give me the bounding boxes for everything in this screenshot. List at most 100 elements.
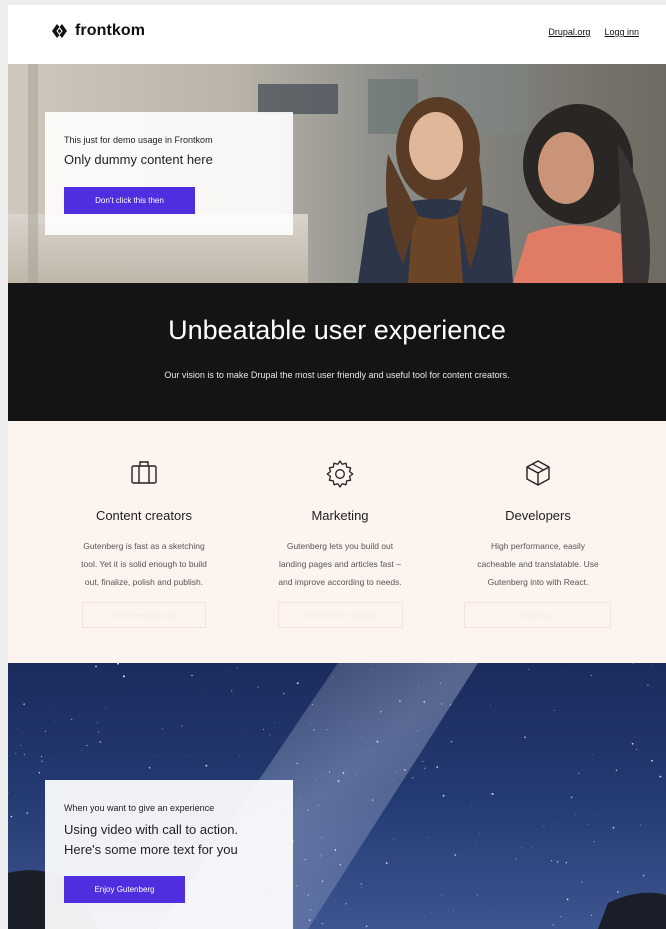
star xyxy=(41,760,43,762)
star xyxy=(647,684,649,686)
star xyxy=(550,860,553,862)
star xyxy=(118,672,120,674)
video-title: Using video with call to action. Here's … xyxy=(64,822,239,857)
star xyxy=(296,885,298,887)
star xyxy=(524,736,526,738)
star xyxy=(365,925,368,928)
star xyxy=(489,705,491,706)
star xyxy=(440,895,442,896)
star xyxy=(385,862,388,864)
star xyxy=(81,750,83,751)
star xyxy=(453,909,454,911)
star xyxy=(236,667,238,669)
star xyxy=(442,794,445,797)
star xyxy=(200,695,202,697)
star xyxy=(317,804,319,807)
star xyxy=(262,728,264,730)
star xyxy=(574,814,576,815)
star xyxy=(565,862,567,864)
star xyxy=(244,729,246,731)
star xyxy=(309,723,311,725)
star xyxy=(566,898,569,901)
star xyxy=(570,796,573,799)
star xyxy=(44,730,47,732)
star xyxy=(14,752,17,755)
hero-cta-button[interactable]: Don't click this then xyxy=(64,187,195,214)
star xyxy=(479,832,481,834)
vision-section: Unbeatable user experience Our vision is… xyxy=(8,283,666,421)
star xyxy=(651,759,653,762)
market-content-button[interactable]: Market your content xyxy=(278,602,403,628)
star xyxy=(373,813,375,815)
star xyxy=(450,740,453,743)
star xyxy=(587,824,588,825)
star xyxy=(442,893,443,895)
star xyxy=(578,772,580,774)
video-kicker: When you want to give an experience xyxy=(64,803,215,813)
enjoy-gutenberg-button[interactable]: Enjoy Gutenberg xyxy=(64,876,185,903)
star xyxy=(70,718,73,721)
star xyxy=(269,734,271,736)
star xyxy=(471,805,472,806)
star xyxy=(299,797,300,798)
star xyxy=(23,703,25,705)
star xyxy=(393,780,394,781)
star xyxy=(535,772,537,773)
star xyxy=(38,771,41,774)
star xyxy=(528,668,530,671)
star xyxy=(330,811,331,813)
star xyxy=(454,854,457,857)
feature-title: Content creators xyxy=(95,508,193,523)
star xyxy=(320,855,322,857)
star xyxy=(16,728,18,729)
star xyxy=(86,745,88,747)
develop-button[interactable]: Develop xyxy=(464,602,611,628)
star xyxy=(515,858,517,860)
star xyxy=(316,779,318,781)
star xyxy=(449,704,451,706)
star xyxy=(54,721,56,723)
star xyxy=(426,836,428,838)
star xyxy=(393,838,395,840)
star xyxy=(471,666,472,668)
star xyxy=(409,764,410,766)
star xyxy=(117,663,119,665)
star xyxy=(311,704,314,706)
star xyxy=(659,775,662,778)
star xyxy=(321,922,324,925)
logo-text: frontkom xyxy=(75,22,146,39)
hero-card: This just for demo usage in Frontkom Onl… xyxy=(45,112,293,235)
star xyxy=(332,676,334,678)
star xyxy=(367,750,369,752)
star xyxy=(403,769,406,771)
star xyxy=(326,729,328,731)
star xyxy=(543,825,545,828)
star xyxy=(596,813,597,815)
star xyxy=(360,736,362,738)
star xyxy=(20,744,22,747)
star xyxy=(148,766,151,769)
star xyxy=(649,710,650,711)
star xyxy=(308,919,311,922)
star xyxy=(440,682,442,684)
star xyxy=(640,824,642,826)
feature-title: Marketing xyxy=(311,508,369,523)
video-cta-card: When you want to give an experience Usin… xyxy=(45,780,293,929)
frontkom-logo-icon xyxy=(52,24,67,38)
nav-link-login[interactable]: Logg inn xyxy=(604,27,639,37)
star xyxy=(99,741,102,743)
star xyxy=(230,690,233,692)
star xyxy=(581,881,583,883)
star xyxy=(10,815,13,818)
hero-title: Only dummy content here xyxy=(64,152,213,167)
star xyxy=(309,909,312,911)
star xyxy=(552,924,555,926)
star xyxy=(154,755,156,757)
start-creating-button[interactable]: Start creating today xyxy=(82,602,206,628)
star xyxy=(527,698,529,700)
star xyxy=(290,680,292,682)
star xyxy=(96,722,99,724)
star xyxy=(412,777,414,779)
logo[interactable]: frontkom xyxy=(51,22,145,40)
nav-link-drupal[interactable]: Drupal.org xyxy=(548,27,590,37)
